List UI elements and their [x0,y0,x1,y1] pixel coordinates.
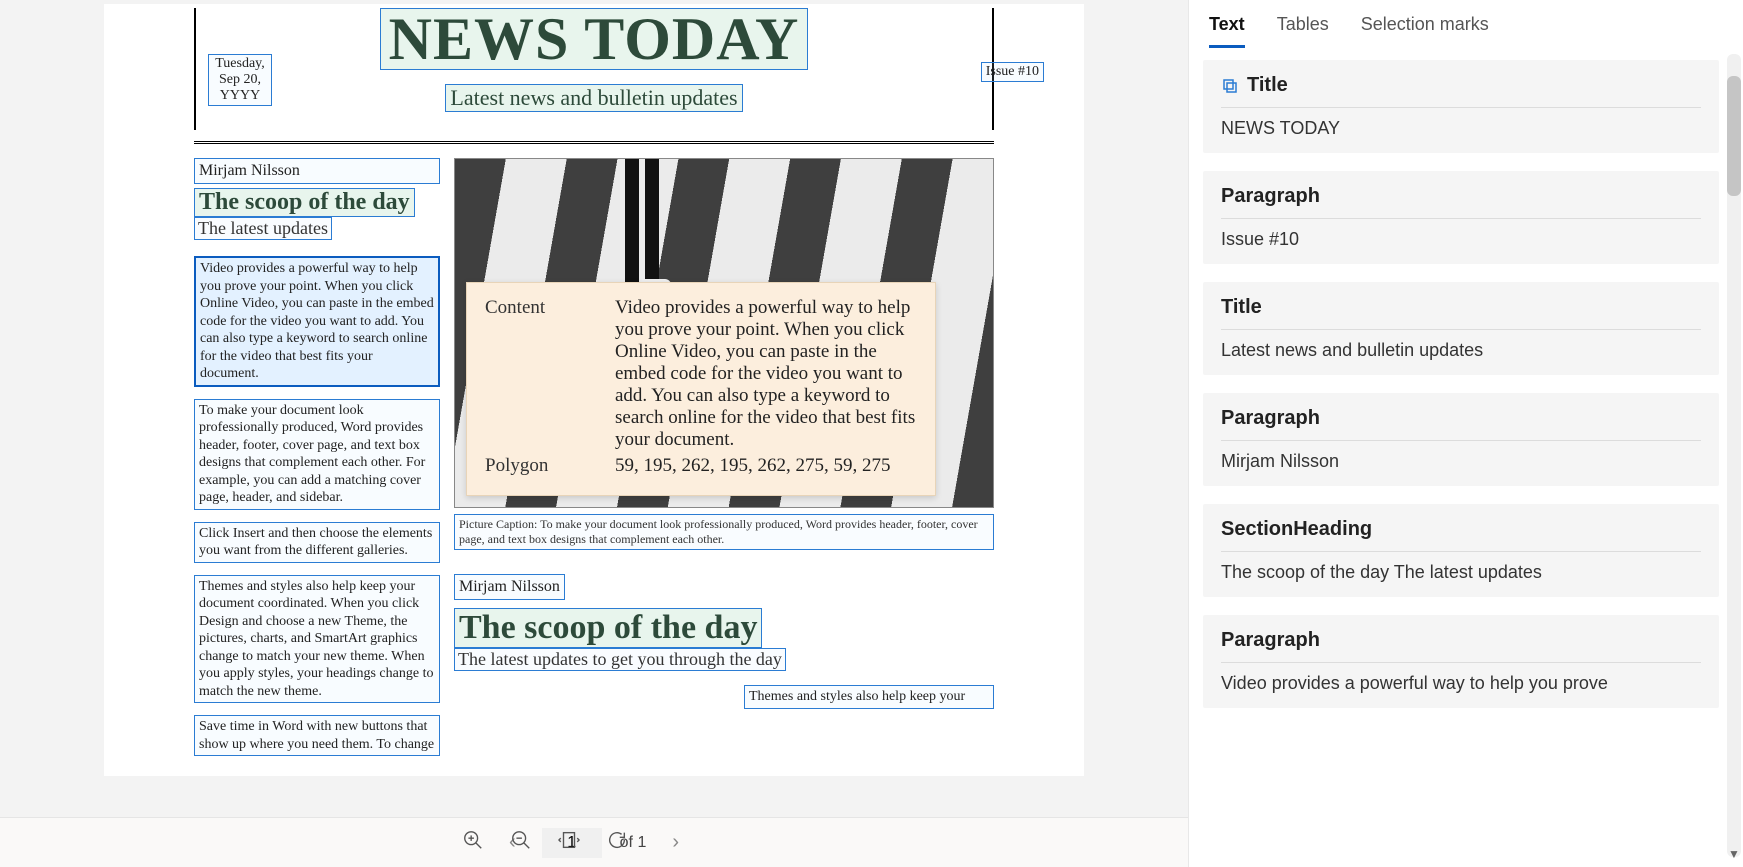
results-list[interactable]: ▲ ▼ Title NEWS TODAY Paragraph Issue #10… [1189,48,1743,867]
paragraph-box[interactable]: Themes and styles also help keep your do… [194,575,440,704]
zoom-out-icon[interactable] [510,829,532,857]
rotate-icon[interactable] [606,829,628,857]
result-type: Paragraph [1221,407,1320,430]
tooltip-polygon-label: Polygon [485,455,615,477]
image-caption[interactable]: Picture Caption: To make your document l… [454,514,994,550]
paragraph-box[interactable]: Themes and styles also help keep your [744,685,994,709]
result-type: SectionHeading [1221,518,1372,541]
result-card[interactable]: Paragraph Issue #10 [1203,171,1719,264]
tab-text[interactable]: Text [1209,14,1245,48]
tooltip-polygon-value: 59, 195, 262, 195, 262, 275, 59, 275 [615,455,917,477]
tooltip-content-value: Video provides a powerful way to help yo… [615,297,917,451]
result-type: Paragraph [1221,185,1320,208]
content-tooltip: Content Video provides a powerful way to… [466,282,936,496]
result-card[interactable]: Paragraph Video provides a powerful way … [1203,615,1719,708]
result-value: Video provides a powerful way to help yo… [1221,673,1701,694]
document-viewer: Tuesday, Sep 20, YYYY NEWS TODAY Latest … [0,0,1188,867]
results-tabs: Text Tables Selection marks [1189,0,1743,48]
fit-width-icon[interactable] [558,829,580,857]
zoom-in-icon[interactable] [462,829,484,857]
deck-1[interactable]: The latest updates [194,217,332,240]
results-panel: Text Tables Selection marks ▲ ▼ Title NE… [1188,0,1743,867]
paragraph-box[interactable]: Click Insert and then choose the element… [194,522,440,563]
result-value: NEWS TODAY [1221,118,1701,139]
scroll-down-button[interactable]: ▼ [1727,847,1741,863]
paragraph-selected[interactable]: Video provides a powerful way to help yo… [194,256,440,387]
newspaper-title[interactable]: NEWS TODAY [380,8,809,70]
paragraph-box[interactable]: To make your document look professionall… [194,399,440,510]
document-page: Tuesday, Sep 20, YYYY NEWS TODAY Latest … [104,4,1084,776]
author-byline-2[interactable]: Mirjam Nilsson [454,574,565,600]
result-type: Paragraph [1221,629,1320,652]
tab-selection-marks[interactable]: Selection marks [1361,14,1489,48]
next-page-button[interactable]: › [664,827,687,858]
result-value: The scoop of the day The latest updates [1221,562,1701,583]
headline-2[interactable]: The scoop of the day [454,608,762,648]
tooltip-content-label: Content [485,297,615,451]
result-type: Title [1247,74,1288,97]
tab-tables[interactable]: Tables [1277,14,1329,48]
copy-icon [1221,77,1239,95]
pager-toolbar: ‹ of 1 › [0,817,1188,867]
result-value: Mirjam Nilsson [1221,451,1701,472]
headline-1[interactable]: The scoop of the day [194,188,415,217]
result-value: Latest news and bulletin updates [1221,340,1701,361]
newspaper-subtitle[interactable]: Latest news and bulletin updates [445,84,742,112]
result-card[interactable]: SectionHeading The scoop of the day The … [1203,504,1719,597]
result-card[interactable]: Paragraph Mirjam Nilsson [1203,393,1719,486]
deck-2[interactable]: The latest updates to get you through th… [454,648,786,671]
paragraph-box[interactable]: Save time in Word with new buttons that … [194,715,440,756]
result-value: Issue #10 [1221,229,1701,250]
date-box[interactable]: Tuesday, Sep 20, YYYY [208,54,272,106]
result-type: Title [1221,296,1262,319]
document-scroll-area[interactable]: Tuesday, Sep 20, YYYY NEWS TODAY Latest … [0,0,1188,817]
issue-box[interactable]: Issue #10 [981,62,1044,82]
result-card[interactable]: Title Latest news and bulletin updates [1203,282,1719,375]
author-byline-1[interactable]: Mirjam Nilsson [194,158,440,184]
result-card[interactable]: Title NEWS TODAY [1203,60,1719,153]
scrollbar-thumb[interactable] [1727,76,1741,196]
